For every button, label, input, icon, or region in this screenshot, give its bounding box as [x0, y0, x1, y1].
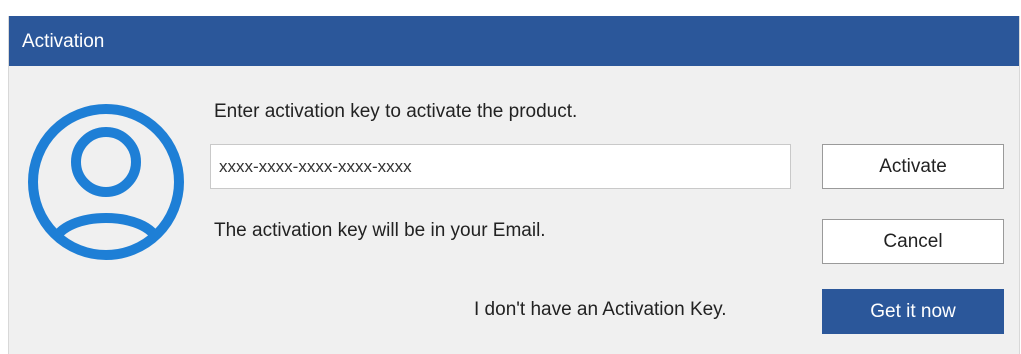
activation-prompt: Enter activation key to activate the pro… [214, 101, 578, 122]
get-it-now-button[interactable]: Get it now [822, 289, 1004, 334]
email-info-text: The activation key will be in your Email… [214, 220, 546, 241]
activation-dialog: Activation Enter activation key to activ… [8, 16, 1020, 354]
no-key-text: I don't have an Activation Key. [474, 299, 727, 320]
title-bar: Activation [9, 16, 1019, 66]
cancel-button[interactable]: Cancel [822, 219, 1004, 264]
activation-key-input[interactable] [210, 144, 791, 189]
activate-button[interactable]: Activate [822, 144, 1004, 189]
dialog-title: Activation [22, 31, 105, 52]
user-avatar-icon [28, 104, 184, 260]
